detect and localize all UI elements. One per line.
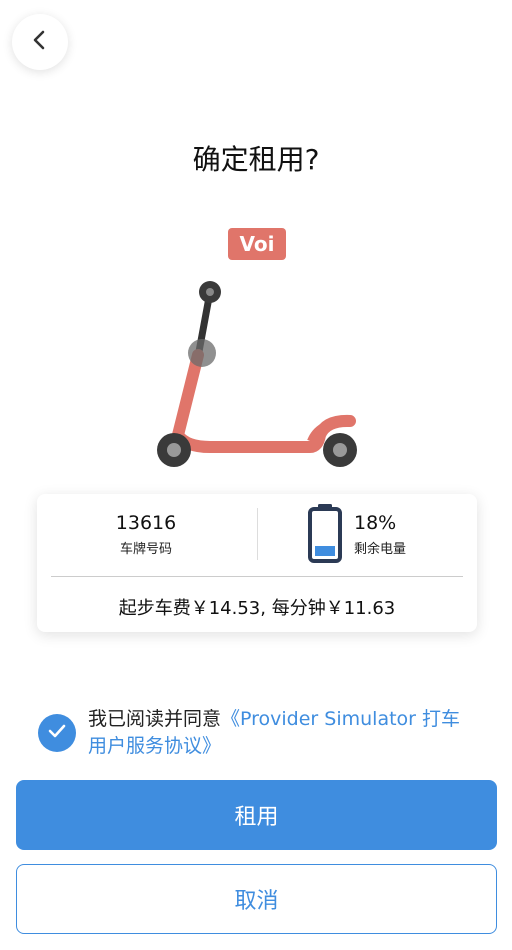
agreement-prefix: 我已阅读并同意 xyxy=(88,708,222,730)
checkmark-icon xyxy=(47,723,67,743)
divider xyxy=(257,508,258,560)
plate-number: 13616 xyxy=(115,512,177,534)
vehicle-info-card: 13616 车牌号码 18% 剩余电量 起步车费￥14.53, 每分钟￥11.6… xyxy=(37,494,477,632)
battery-icon xyxy=(307,502,343,568)
battery-label: 剩余电量 xyxy=(354,542,407,557)
plate-label: 车牌号码 xyxy=(119,542,172,557)
chevron-left-icon xyxy=(30,28,50,56)
rent-button[interactable]: 租用 xyxy=(16,780,497,850)
back-button[interactable] xyxy=(12,14,68,70)
pricing-text: 起步车费￥14.53, 每分钟￥11.63 xyxy=(118,598,396,619)
battery-percent: 18% xyxy=(354,512,397,534)
battery-stat: 18% 剩余电量 xyxy=(354,512,406,557)
page-title: 确定租用? xyxy=(192,143,320,176)
agreement-text: 我已阅读并同意《Provider Simulator 打车用户服务协议》 xyxy=(88,706,473,760)
agreement-checkbox[interactable] xyxy=(38,714,76,752)
brand-badge: Voi xyxy=(228,228,286,260)
kick-scooter-illustration xyxy=(150,275,365,479)
cancel-button[interactable]: 取消 xyxy=(16,864,497,934)
divider xyxy=(51,576,463,577)
plate-stat: 13616 车牌号码 xyxy=(37,512,255,557)
